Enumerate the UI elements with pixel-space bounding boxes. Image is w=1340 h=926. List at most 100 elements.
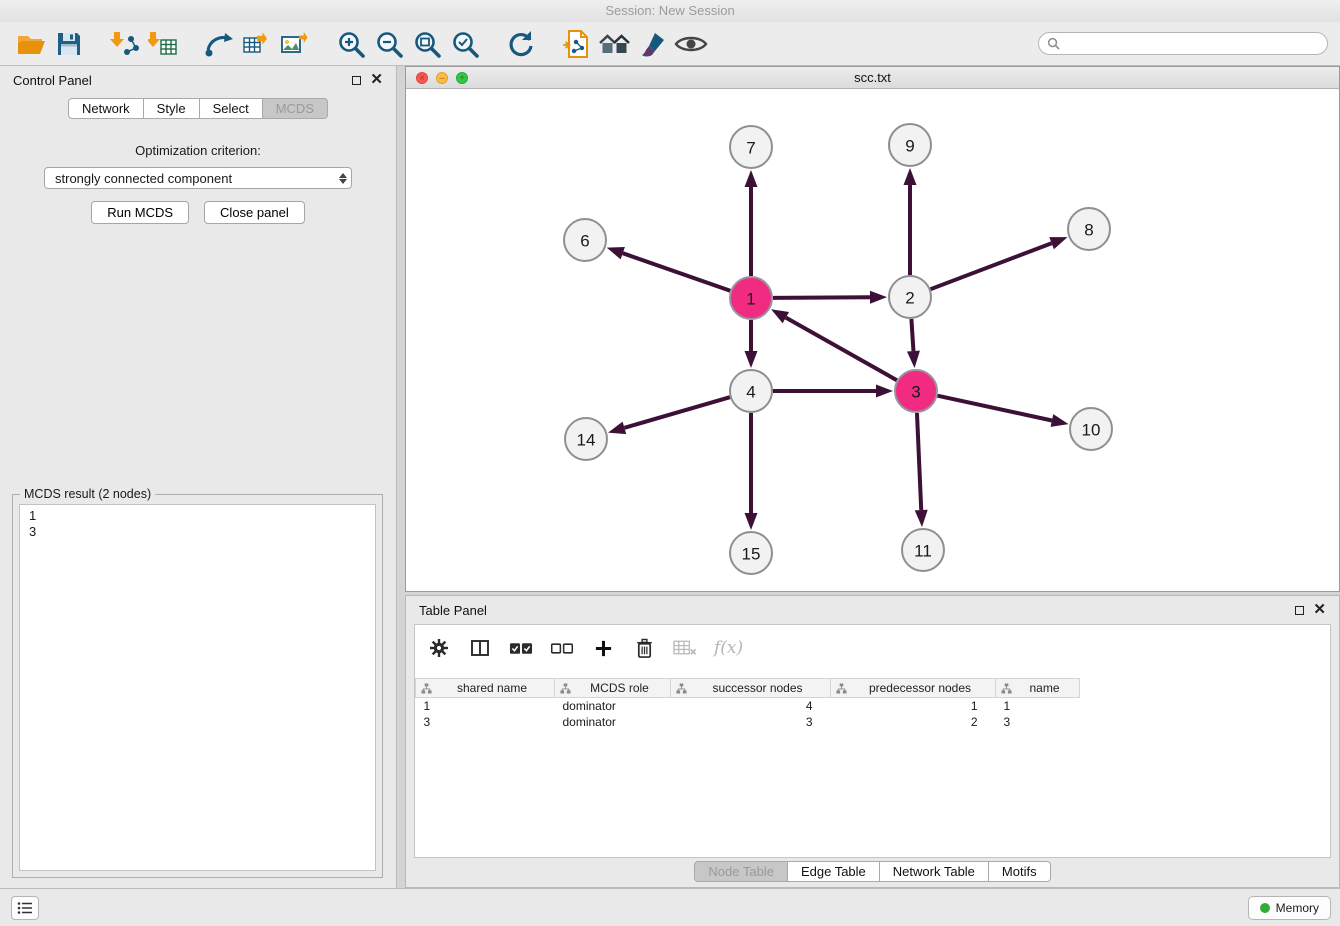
node-label-11: 11 (914, 542, 932, 561)
new-network-icon[interactable] (200, 26, 238, 62)
table-header-row: shared nameMCDS rolesuccessor nodesprede… (416, 679, 1103, 698)
node-label-10: 10 (1082, 421, 1101, 440)
edge-2-8[interactable] (931, 243, 1052, 289)
apply-style-icon[interactable] (634, 26, 672, 62)
import-table-from-file-icon[interactable] (144, 26, 182, 62)
column-header-mcds-role[interactable]: MCDS role (555, 679, 671, 698)
edge-arrow-4-3 (876, 385, 893, 398)
tab-edge-table[interactable]: Edge Table (788, 861, 880, 882)
table-cell[interactable]: 3 (671, 714, 831, 730)
table-cell[interactable]: 4 (671, 698, 831, 714)
table-cell[interactable]: 3 (416, 714, 555, 730)
tab-motifs[interactable]: Motifs (989, 861, 1051, 882)
close-table-panel-icon[interactable]: ✕ (1313, 605, 1326, 615)
open-file-icon[interactable] (12, 26, 50, 62)
memory-status-icon (1260, 903, 1270, 913)
home-icon[interactable] (596, 26, 634, 62)
column-header-predecessor-nodes[interactable]: predecessor nodes (831, 679, 996, 698)
column-header-shared-name[interactable]: shared name (416, 679, 555, 698)
zoom-out-icon[interactable] (370, 26, 408, 62)
edge-arrow-1-2 (870, 291, 887, 304)
window-titlebar: Session: New Session (0, 0, 1340, 22)
table-cell[interactable]: 1 (996, 698, 1080, 714)
show-columns-icon[interactable] (468, 636, 492, 660)
edge-arrow-4-15 (745, 513, 758, 530)
zoom-fit-icon[interactable] (408, 26, 446, 62)
edge-1-6[interactable] (623, 253, 730, 291)
delete-column-trash-icon[interactable] (632, 636, 656, 660)
search-input[interactable] (1065, 35, 1319, 52)
tab-select[interactable]: Select (200, 98, 263, 119)
tab-node-table[interactable]: Node Table (694, 861, 788, 882)
refresh-icon[interactable] (502, 26, 540, 62)
edge-3-1[interactable] (786, 318, 897, 381)
close-panel-icon[interactable]: ✕ (370, 75, 383, 85)
float-table-panel-icon[interactable] (1295, 606, 1304, 615)
mcds-result-line: 3 (29, 524, 366, 540)
control-panel-tabs: NetworkStyleSelectMCDS (0, 98, 396, 119)
control-panel-title: Control Panel (13, 73, 92, 88)
table-panel-title: Table Panel (419, 603, 487, 618)
show-hide-icon[interactable] (672, 26, 710, 62)
zoom-selected-icon[interactable] (446, 26, 484, 62)
zoom-window-button[interactable]: + (456, 72, 468, 84)
edge-arrow-3-1 (771, 309, 789, 323)
tab-network-table[interactable]: Network Table (880, 861, 989, 882)
minimize-window-button[interactable]: – (436, 72, 448, 84)
edge-4-14[interactable] (624, 397, 729, 428)
clone-network-icon[interactable] (558, 26, 596, 62)
deselect-all-icon[interactable] (550, 636, 574, 660)
table-cell[interactable]: 2 (831, 714, 996, 730)
table-settings-gear-icon[interactable] (427, 636, 451, 660)
table-panel-tabs: Node TableEdge TableNetwork TableMotifs (406, 861, 1339, 882)
close-window-button[interactable]: × (416, 72, 428, 84)
node-label-9: 9 (905, 137, 914, 156)
mcds-result-list[interactable]: 13 (19, 504, 376, 871)
node-label-2: 2 (905, 289, 914, 308)
close-panel-button[interactable]: Close panel (204, 201, 305, 224)
add-column-icon[interactable] (591, 636, 615, 660)
edge-arrow-3-10 (1051, 414, 1069, 427)
import-network-from-file-icon[interactable] (106, 26, 144, 62)
table-toolbar: f(x) (427, 632, 743, 664)
edge-1-2[interactable] (773, 297, 870, 298)
table-row[interactable]: 3dominator323 (416, 714, 1103, 730)
network-canvas[interactable]: 7968124314101511 (406, 89, 1339, 591)
column-header-successor-nodes[interactable]: successor nodes (671, 679, 831, 698)
save-session-icon[interactable] (50, 26, 88, 62)
zoom-in-icon[interactable] (332, 26, 370, 62)
tab-style[interactable]: Style (144, 98, 200, 119)
export-table-icon[interactable] (238, 26, 276, 62)
edge-2-3[interactable] (911, 319, 913, 351)
table-cell-filler (1080, 714, 1103, 730)
tab-network[interactable]: Network (68, 98, 144, 119)
mcds-result-title: MCDS result (2 nodes) (20, 487, 155, 501)
edge-arrow-1-4 (745, 351, 758, 368)
criterion-dropdown[interactable]: strongly connected component (44, 167, 352, 189)
edge-3-11[interactable] (917, 413, 921, 510)
search-box[interactable] (1038, 32, 1328, 55)
tab-mcds[interactable]: MCDS (263, 98, 328, 119)
run-mcds-button[interactable]: Run MCDS (91, 201, 189, 224)
edge-arrow-2-8 (1049, 237, 1067, 249)
table-cell[interactable]: 1 (831, 698, 996, 714)
task-list-button[interactable] (11, 896, 39, 920)
table-row[interactable]: 1dominator411 (416, 698, 1103, 714)
export-image-icon[interactable] (276, 26, 314, 62)
node-label-15: 15 (742, 545, 761, 564)
table-cell[interactable]: 3 (996, 714, 1080, 730)
edge-arrow-4-14 (608, 422, 626, 434)
dropdown-arrows-icon (339, 173, 347, 184)
table-cell-filler (1080, 698, 1103, 714)
table-panel-body: f(x) shared nameMCDS rolesuccessor nodes… (414, 624, 1331, 858)
function-builder-icon: f(x) (714, 638, 743, 658)
criterion-value: strongly connected component (55, 171, 232, 186)
table-cell[interactable]: 1 (416, 698, 555, 714)
edge-3-10[interactable] (937, 396, 1051, 421)
table-cell[interactable]: dominator (555, 698, 671, 714)
table-cell[interactable]: dominator (555, 714, 671, 730)
memory-button[interactable]: Memory (1248, 896, 1331, 920)
float-panel-icon[interactable] (352, 76, 361, 85)
column-header-name[interactable]: name (996, 679, 1080, 698)
select-all-icon[interactable] (509, 636, 533, 660)
